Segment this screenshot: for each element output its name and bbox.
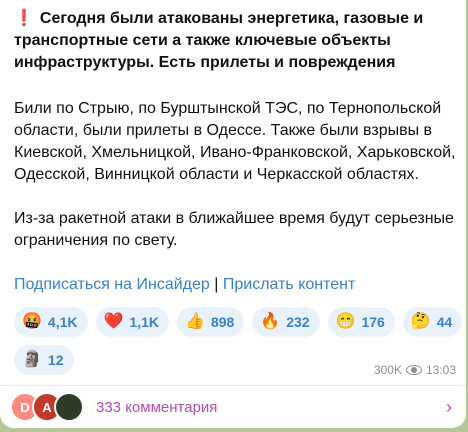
reaction-grin[interactable]: 😁 176 [327,307,395,337]
comments-bar[interactable]: D A 333 комментария › [10,389,456,425]
reaction-heart[interactable]: ❤️ 1,1K [95,307,169,337]
message-content: ❗ Сегодня были атакованы энергетика, газо… [14,8,460,296]
view-count: 300K [373,363,402,377]
thinking-face-icon: 🤔 [410,313,431,330]
reaction-count: 232 [286,314,310,330]
reaction-thumbs-up[interactable]: 👍 898 [177,307,245,337]
comments-count-label[interactable]: 333 комментария [96,399,217,416]
subscribe-link[interactable]: Подписаться на Инсайдер [14,276,210,293]
comments-divider [0,385,466,386]
reaction-angry[interactable]: 🤬 4,1K [14,307,88,337]
message-title: ❗ Сегодня были атакованы энергетика, газо… [14,8,460,74]
message-bubble: ❗ Сегодня были атакованы энергетика, газо… [0,0,466,428]
message-paragraph-1: Били по Стрыю, по Бурштынской ТЭС, по Те… [14,100,456,183]
send-content-link[interactable]: Прислать контент [223,276,355,293]
thumbs-up-icon: 👍 [185,313,205,330]
angry-face-icon: 🤬 [22,313,42,330]
reaction-count: 1,1K [129,314,159,330]
fire-icon: 🔥 [260,313,281,330]
commenter-avatars: D A [10,392,92,422]
moai-icon: 🗿 [22,351,42,368]
message-paragraph-2: Из-за ракетной атаки в ближайшее время б… [14,210,454,249]
title-text: Сегодня были атакованы энергетика, газов… [14,10,424,71]
eye-icon [405,365,422,375]
reaction-fire[interactable]: 🔥 232 [252,307,320,337]
avatar [54,392,84,422]
reaction-thinking[interactable]: 🤔 44 [402,307,463,337]
reaction-count: 12 [47,352,64,368]
heart-icon: ❤️ [103,313,124,330]
links-row: Подписаться на Инсайдер | Прислать конте… [14,274,460,296]
chevron-right-icon[interactable]: › [446,397,452,418]
reaction-count: 176 [361,314,385,330]
exclamation-icon: ❗ [14,10,34,27]
reaction-count: 4,1K [47,314,78,330]
reaction-count: 898 [210,314,235,330]
reaction-count: 44 [436,314,453,330]
grinning-face-icon: 😁 [335,313,356,330]
reaction-moai[interactable]: 🗿 12 [14,345,74,375]
message-meta: 300K 13:03 [374,363,456,377]
reactions-row-1: 🤬 4,1K ❤️ 1,1K 👍 898 🔥 232 😁 176 🤔 44 [14,307,463,337]
message-time: 13:03 [425,363,456,377]
link-separator: | [214,276,219,293]
